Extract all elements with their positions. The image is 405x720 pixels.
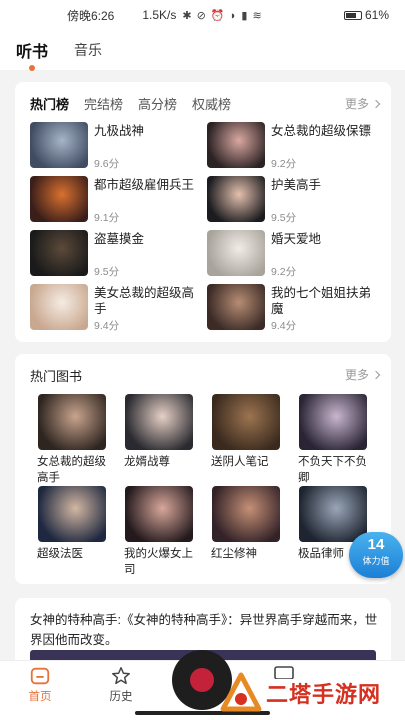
stamina-badge[interactable]: 14 体力值 xyxy=(349,532,403,578)
book-cover-image xyxy=(207,176,265,222)
hot-books-more-link[interactable]: 更多 xyxy=(344,366,381,383)
rank-item-title: 女总裁的超级保镖 xyxy=(271,124,372,138)
book-cover-image xyxy=(30,284,88,330)
ranking-tabs: 热门榜 完结榜 高分榜 权威榜 更多 xyxy=(30,94,381,113)
book-cover-image xyxy=(299,394,367,450)
tab-audiobooks[interactable]: 听书 xyxy=(16,38,49,71)
book-tile[interactable]: 超级法医 xyxy=(37,486,107,562)
book-title: 送阴人笔记 xyxy=(211,456,269,468)
book-tile[interactable]: 龙婿战尊 xyxy=(124,394,194,470)
rank-item-score: 9.2分 xyxy=(271,266,297,278)
book-cover-image xyxy=(30,176,88,222)
tab-audiobooks-label: 听书 xyxy=(16,44,49,61)
ranking-more-link[interactable]: 更多 xyxy=(344,95,381,112)
rank-item-title: 婚天爱地 xyxy=(271,232,322,246)
book-title: 红尘修神 xyxy=(211,548,257,560)
book-tile[interactable]: 女总裁的超级高手 xyxy=(37,394,107,486)
rank-item-title: 盗墓摸金 xyxy=(94,232,145,246)
book-title: 我的火爆女上司 xyxy=(124,548,193,576)
rank-item-title: 美女总裁的超级高手 xyxy=(94,286,195,316)
ranking-card: 热门榜 完结榜 高分榜 权威榜 更多 九极战神 9.6分 女总裁的超级保镖 9.… xyxy=(15,82,391,342)
home-icon xyxy=(30,667,50,685)
tab-history-label: 历史 xyxy=(109,691,133,703)
rank-item[interactable]: 都市超级雇佣兵王 9.1分 xyxy=(30,176,200,226)
rank-item[interactable]: 婚天爱地 9.2分 xyxy=(207,230,377,280)
book-cover-image xyxy=(125,394,193,450)
book-cover-image xyxy=(207,284,265,330)
rank-item-score: 9.2分 xyxy=(271,158,297,170)
ranking-more-label: 更多 xyxy=(344,97,369,111)
book-cover-image xyxy=(30,230,88,276)
tab-music-label: 音乐 xyxy=(74,42,103,58)
rank-tab-finished[interactable]: 完结榜 xyxy=(84,94,123,113)
book-title: 不负天下不负卿 xyxy=(298,456,367,484)
rank-item[interactable]: 盗墓摸金 9.5分 xyxy=(30,230,200,280)
book-cover-image xyxy=(212,394,280,450)
book-tile[interactable]: 送阴人笔记 xyxy=(211,394,281,470)
hot-books-more-label: 更多 xyxy=(344,368,369,382)
stamina-count: 14 xyxy=(367,536,385,553)
book-tile[interactable]: 我的火爆女上司 xyxy=(124,486,194,578)
status-icons: ✱ ⊘ ⏰ ◗ ▮ ≋ xyxy=(182,9,263,22)
book-title: 龙婿战尊 xyxy=(124,456,170,468)
status-time: 傍晚6:26 xyxy=(67,8,115,23)
rank-tab-authority[interactable]: 权威榜 xyxy=(192,94,231,113)
chevron-right-icon xyxy=(371,99,381,108)
tab-home[interactable]: 首页 xyxy=(15,665,65,704)
hot-books-card: 热门图书 更多 女总裁的超级高手 龙婿战尊 送阴人笔记 不负天下不负卿 超级法医… xyxy=(15,354,391,584)
rank-item[interactable]: 女总裁的超级保镖 9.2分 xyxy=(207,122,377,172)
rank-item-score: 9.4分 xyxy=(94,320,120,332)
rank-item-score: 9.6分 xyxy=(94,158,120,170)
tab-home-label: 首页 xyxy=(28,691,52,703)
rank-item-title: 九极战神 xyxy=(94,124,145,138)
rank-item-title: 我的七个姐姐扶弟魔 xyxy=(271,286,372,316)
battery-percent: 61% xyxy=(364,8,389,22)
book-tile[interactable]: 不负天下不负卿 xyxy=(298,394,368,486)
tab-history[interactable]: 历史 xyxy=(96,665,146,704)
rank-item-score: 9.5分 xyxy=(94,266,120,278)
watermark-logo-icon xyxy=(220,672,262,712)
battery-indicator: 61% xyxy=(343,8,389,22)
book-cover-image xyxy=(38,394,106,450)
status-network-speed: 1.5K/s xyxy=(142,8,177,22)
rank-item[interactable]: 美女总裁的超级高手 9.4分 xyxy=(30,284,200,334)
book-title: 超级法医 xyxy=(37,548,83,560)
book-cover-image xyxy=(207,122,265,168)
rank-item-title: 护美高手 xyxy=(271,178,322,192)
status-bar: 傍晚6:26 1.5K/s ✱ ⊘ ⏰ ◗ ▮ ≋ 61% xyxy=(0,0,405,30)
rank-item[interactable]: 护美高手 9.5分 xyxy=(207,176,377,226)
star-icon xyxy=(112,667,130,685)
book-cover-image xyxy=(30,122,88,168)
tab-music[interactable]: 音乐 xyxy=(74,40,102,60)
book-cover-image xyxy=(212,486,280,542)
rank-tab-hot[interactable]: 热门榜 xyxy=(30,94,69,113)
rank-item-title: 都市超级雇佣兵王 xyxy=(94,178,195,192)
rank-item-score: 9.5分 xyxy=(271,212,297,224)
book-title: 女总裁的超级高手 xyxy=(37,456,106,484)
active-tab-indicator xyxy=(29,65,35,71)
book-cover-image xyxy=(125,486,193,542)
rank-item-score: 9.4分 xyxy=(271,320,297,332)
battery-icon xyxy=(343,10,362,20)
feed-description: 女神的特种高手:《女神的特种高手》：异世界高手穿越而来，世界因他而改变。 xyxy=(30,613,378,647)
stamina-label: 体力值 xyxy=(362,556,390,566)
book-cover-image xyxy=(207,230,265,276)
site-watermark: 二塔手游网 xyxy=(220,666,405,720)
rank-item-score: 9.1分 xyxy=(94,212,120,224)
rank-item[interactable]: 我的七个姐姐扶弟魔 9.4分 xyxy=(207,284,377,334)
book-tile[interactable]: 红尘修神 xyxy=(211,486,281,562)
rank-tab-high-score[interactable]: 高分榜 xyxy=(138,94,177,113)
chevron-right-icon xyxy=(371,370,381,379)
watermark-text: 二塔手游网 xyxy=(266,682,382,707)
section-title: 热门图书 xyxy=(30,369,83,384)
book-cover-image xyxy=(38,486,106,542)
top-nav: 听书 音乐 xyxy=(0,30,405,71)
rank-item[interactable]: 九极战神 9.6分 xyxy=(30,122,200,172)
